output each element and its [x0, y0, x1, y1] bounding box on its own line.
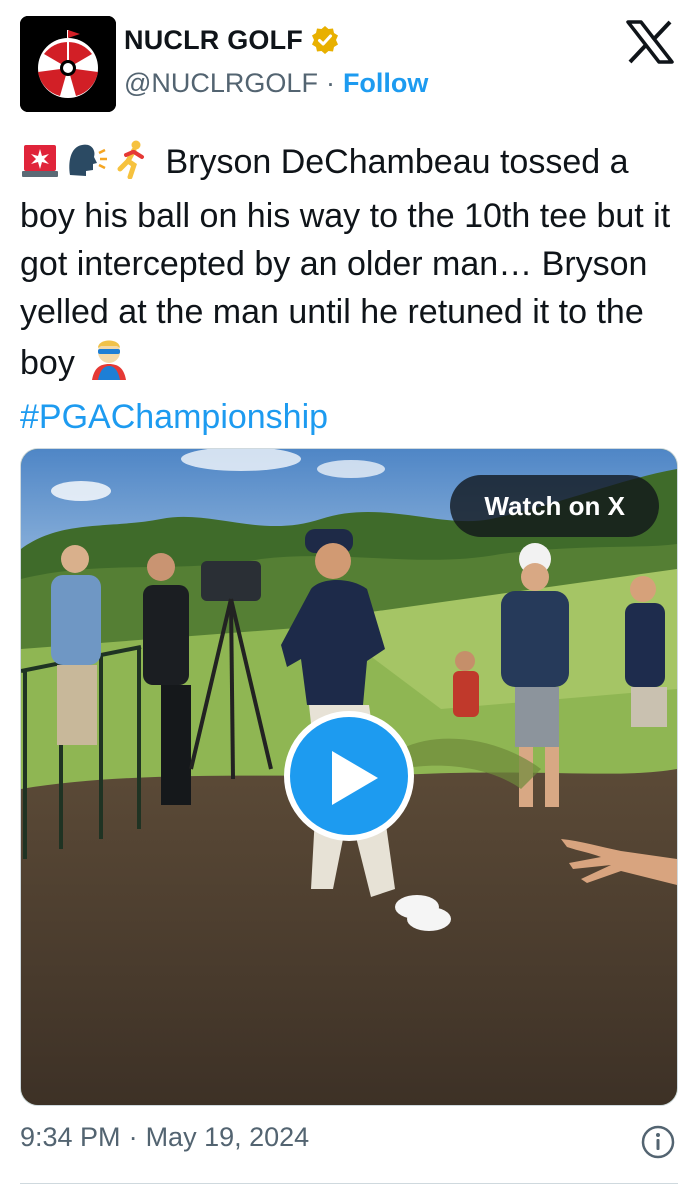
- speaking-head-emoji-icon: [64, 139, 108, 192]
- separator-dot: ·: [128, 1122, 138, 1152]
- tweet-time: 9:34 PM: [20, 1122, 121, 1152]
- x-logo-icon[interactable]: [626, 20, 674, 64]
- info-icon[interactable]: [640, 1124, 676, 1160]
- author-name[interactable]: NUCLR GOLF: [124, 25, 303, 56]
- siren-emoji-icon: [20, 139, 60, 192]
- nuclr-golf-logo-icon: [20, 16, 116, 112]
- tweet-timestamp[interactable]: 9:34 PM · May 19, 2024: [20, 1122, 309, 1153]
- play-icon: [332, 751, 378, 805]
- author-handle-row: @NUCLRGOLF · Follow: [124, 68, 428, 99]
- author-name-row: NUCLR GOLF: [124, 24, 341, 56]
- follow-button[interactable]: Follow: [343, 68, 428, 99]
- play-button[interactable]: [284, 711, 414, 841]
- author-handle[interactable]: @NUCLRGOLF: [124, 68, 318, 99]
- tweet-text: Bryson DeChambeau tossed a boy his ball …: [20, 138, 680, 441]
- watch-on-x-button[interactable]: Watch on X: [450, 475, 659, 537]
- gold-verified-badge-icon: [309, 24, 341, 56]
- superhero-emoji-icon: [84, 336, 134, 393]
- avatar[interactable]: [20, 16, 116, 112]
- divider: [20, 1183, 678, 1184]
- hashtag-link[interactable]: #PGAChampionship: [20, 398, 328, 436]
- tweet-date: May 19, 2024: [145, 1122, 310, 1152]
- video-thumbnail[interactable]: Watch on X: [20, 448, 678, 1106]
- running-person-emoji-icon: [112, 139, 152, 192]
- separator-dot: ·: [325, 68, 335, 98]
